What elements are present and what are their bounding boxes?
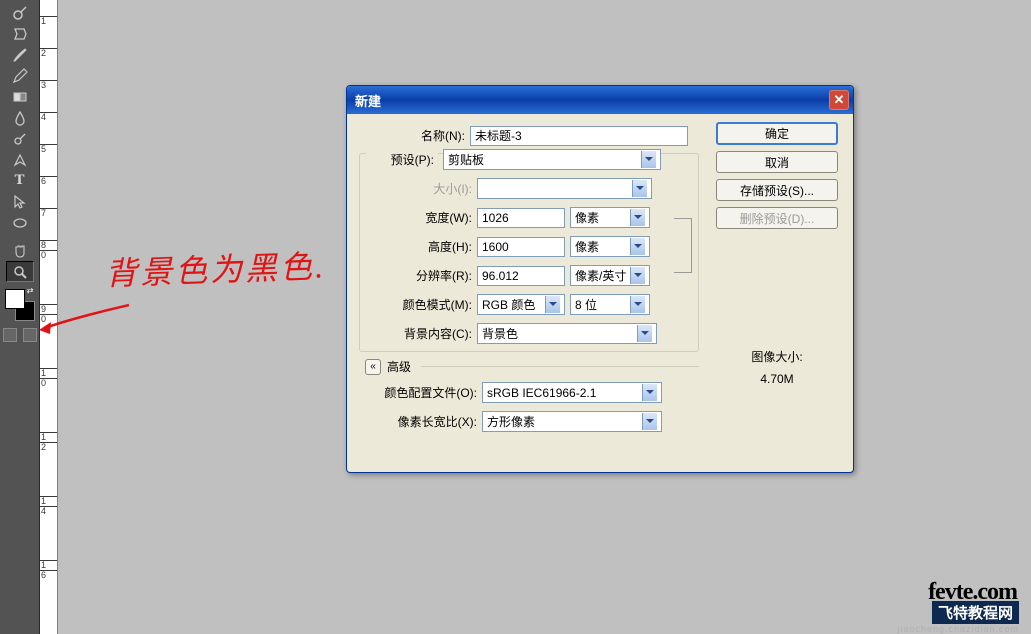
aspect-row: 像素长宽比(X): 方形像素 [365,408,693,435]
aspect-select[interactable]: 方形像素 [482,411,662,432]
chevron-down-icon [637,325,652,342]
dialog-body: 名称(N): 预设(P): 剪贴板 大小(I): 宽度(W): 像素 [347,114,853,453]
divider [421,366,699,367]
colormode-select[interactable]: RGB 颜色 [477,294,565,315]
advanced-label: 高级 [387,358,411,375]
pen-tool-icon[interactable] [6,149,34,170]
dodge-tool-icon[interactable] [6,2,34,23]
preset-select[interactable]: 剪贴板 [443,149,661,170]
chevron-down-icon [641,151,656,168]
ok-button[interactable]: 确定 [716,122,838,145]
size-row: 大小(I): [366,175,692,202]
new-document-dialog: 新建 ✕ 名称(N): 预设(P): 剪贴板 大小(I): 宽度(W): [346,85,854,473]
standard-mode-icon[interactable] [3,328,17,342]
form-area: 名称(N): 预设(P): 剪贴板 大小(I): 宽度(W): 像素 [353,122,699,445]
chevron-down-icon [545,296,560,313]
profile-label: 颜色配置文件(O): [365,384,477,401]
size-label: 大小(I): [366,180,472,197]
swap-colors-icon[interactable]: ⇄ [27,286,34,295]
profile-row: 颜色配置文件(O): sRGB IEC61966-2.1 [365,379,693,406]
chevron-down-icon [630,209,645,226]
image-size-value: 4.70M [751,369,802,391]
chevron-down-icon [632,180,647,197]
name-input[interactable] [470,126,688,146]
cancel-button[interactable]: 取消 [716,151,838,173]
height-unit-select[interactable]: 像素 [570,236,650,257]
width-input[interactable] [477,208,565,228]
brush-tool-icon[interactable] [6,44,34,65]
chevron-down-icon [642,413,657,430]
bg-row: 背景内容(C): 背景色 [366,320,692,347]
pencil-tool-icon[interactable] [6,65,34,86]
separator [6,233,34,240]
main-fieldset: 预设(P): 剪贴板 大小(I): 宽度(W): 像素 高度(H): 像素 [359,153,699,352]
height-input[interactable] [477,237,565,257]
gradient-tool-icon[interactable] [6,86,34,107]
preset-label: 预设(P): [366,151,438,168]
bg-select[interactable]: 背景色 [477,323,657,344]
foreground-color-icon[interactable] [5,289,25,309]
toolbox: T ⇄ [0,0,40,634]
path-select-tool-icon[interactable] [6,191,34,212]
resolution-label: 分辨率(R): [366,267,472,284]
aspect-label: 像素长宽比(X): [365,413,477,430]
watermark-site: 飞特教程网 [932,601,1019,624]
dialog-title: 新建 [355,91,829,110]
watermark-url: jiaocheng.chazidian.com [897,624,1019,634]
sponge-tool-icon[interactable] [6,128,34,149]
shape-tool-icon[interactable] [6,212,34,233]
collapse-icon[interactable]: « [365,359,381,375]
colordepth-select[interactable]: 8 位 [570,294,650,315]
colormode-label: 颜色模式(M): [366,296,472,313]
name-row: 名称(N): [353,122,699,149]
image-size-info: 图像大小: 4.70M [751,347,802,390]
button-col: 确定 取消 存储预设(S)... 删除预设(D)... 图像大小: 4.70M [711,122,843,445]
chevron-down-icon [642,384,657,401]
preset-row: 预设(P): 剪贴板 [366,146,692,173]
advanced-toggle-row: « 高级 [365,358,699,375]
quickmask-row [3,328,37,342]
type-tool-icon[interactable]: T [6,170,34,191]
size-select [477,178,652,199]
patch-tool-icon[interactable] [6,23,34,44]
zoom-tool-icon[interactable] [6,261,34,282]
width-label: 宽度(W): [366,209,472,226]
profile-select[interactable]: sRGB IEC61966-2.1 [482,382,662,403]
name-label: 名称(N): [359,127,465,144]
hand-tool-icon[interactable] [6,240,34,261]
save-preset-button[interactable]: 存储预设(S)... [716,179,838,201]
resolution-row: 分辨率(R): 像素/英寸 [366,262,692,289]
image-size-label: 图像大小: [751,347,802,369]
quickmask-mode-icon[interactable] [23,328,37,342]
colormode-row: 颜色模式(M): RGB 颜色 8 位 [366,291,692,318]
chevron-down-icon [630,238,645,255]
blur-tool-icon[interactable] [6,107,34,128]
advanced-fieldset: 颜色配置文件(O): sRGB IEC61966-2.1 像素长宽比(X): 方… [359,379,699,439]
close-icon[interactable]: ✕ [829,90,849,110]
link-bracket-icon [674,218,692,273]
dialog-titlebar[interactable]: 新建 ✕ [347,86,853,114]
resolution-input[interactable] [477,266,565,286]
vertical-ruler: 1 2 3 4 5 6 7 80 90 10 12 14 16 [40,0,58,634]
height-label: 高度(H): [366,238,472,255]
resolution-unit-select[interactable]: 像素/英寸 [570,265,650,286]
width-row: 宽度(W): 像素 [366,204,692,231]
height-row: 高度(H): 像素 [366,233,692,260]
chevron-down-icon [630,296,645,313]
bg-label: 背景内容(C): [366,325,472,342]
color-swatches[interactable]: ⇄ [3,288,37,322]
width-unit-select[interactable]: 像素 [570,207,650,228]
delete-preset-button: 删除预设(D)... [716,207,838,229]
chevron-down-icon [630,267,645,284]
